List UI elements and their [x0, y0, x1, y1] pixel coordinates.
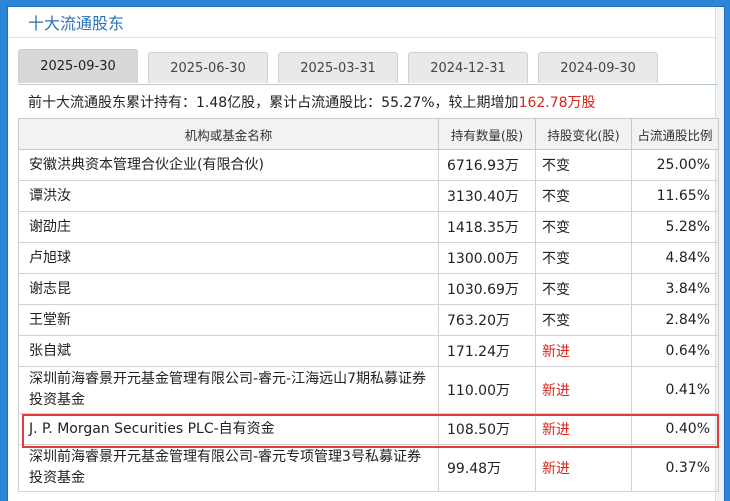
table-header-row: 机构或基金名称 持有数量(股) 持股变化(股) 占流通股比例 — [18, 118, 719, 150]
holder-name: 谭洪汝 — [18, 180, 439, 212]
holder-change: 新进 — [535, 413, 632, 445]
table-row: 卢旭球 1300.00万 不变 4.84% — [18, 242, 719, 274]
holder-qty: 99.48万 — [438, 444, 536, 492]
holder-change: 新进 — [535, 444, 632, 492]
shareholders-table: 机构或基金名称 持有数量(股) 持股变化(股) 占流通股比例 安徽洪典资本管理合… — [18, 118, 719, 492]
holder-qty: 1300.00万 — [438, 242, 536, 274]
table-row: J. P. Morgan Securities PLC-自有资金 108.50万… — [18, 413, 719, 445]
holder-qty: 763.20万 — [438, 304, 536, 336]
col-header-name: 机构或基金名称 — [18, 118, 439, 150]
holder-pct: 5.28% — [631, 211, 719, 243]
summary-text: 前十大流通股东累计持有：1.48亿股，累计占流通股比：55.27%，较上期增加 — [28, 94, 519, 111]
holder-name: 深圳前海睿景开元基金管理有限公司-睿元-江海远山7期私募证券投资基金 — [18, 366, 439, 414]
col-header-qty: 持有数量(股) — [438, 118, 536, 150]
holder-name: 卢旭球 — [18, 242, 439, 274]
holder-qty: 6716.93万 — [438, 149, 536, 181]
holder-name: 安徽洪典资本管理合伙企业(有限合伙) — [18, 149, 439, 181]
tab-2025-03-31[interactable]: 2025-03-31 — [278, 52, 398, 83]
table-row: 谢志昆 1030.69万 不变 3.84% — [18, 273, 719, 305]
holder-qty: 1030.69万 — [438, 273, 536, 305]
holder-name: 谢志昆 — [18, 273, 439, 305]
table-row: 深圳前海睿景开元基金管理有限公司-睿元专项管理3号私募证券投资基金 99.48万… — [18, 444, 719, 492]
tab-2025-06-30[interactable]: 2025-06-30 — [148, 52, 268, 83]
col-header-change: 持股变化(股) — [535, 118, 632, 150]
holder-qty: 171.24万 — [438, 335, 536, 367]
table-row: 深圳前海睿景开元基金管理有限公司-睿元-江海远山7期私募证券投资基金 110.0… — [18, 366, 719, 414]
holder-pct: 2.84% — [631, 304, 719, 336]
holder-name: 张自斌 — [18, 335, 439, 367]
tab-2025-09-30[interactable]: 2025-09-30 — [18, 49, 138, 83]
holder-change: 不变 — [535, 211, 632, 243]
holder-pct: 0.41% — [631, 366, 719, 414]
holder-name: 谢劭庄 — [18, 211, 439, 243]
holder-pct: 0.37% — [631, 444, 719, 492]
holder-change: 新进 — [535, 335, 632, 367]
holder-pct: 25.00% — [631, 149, 719, 181]
panel-title: 十大流通股东 — [28, 14, 125, 33]
holder-qty: 1418.35万 — [438, 211, 536, 243]
period-tabs: 2025-09-30 2025-06-30 2025-03-31 2024-12… — [18, 49, 668, 83]
holder-name: 深圳前海睿景开元基金管理有限公司-睿元专项管理3号私募证券投资基金 — [18, 444, 439, 492]
holder-change: 新进 — [535, 366, 632, 414]
holder-pct: 0.64% — [631, 335, 719, 367]
holder-qty: 110.00万 — [438, 366, 536, 414]
col-header-pct: 占流通股比例 — [631, 118, 719, 150]
holder-change: 不变 — [535, 304, 632, 336]
tab-2024-09-30[interactable]: 2024-09-30 — [538, 52, 658, 83]
holder-name: J. P. Morgan Securities PLC-自有资金 — [18, 413, 439, 445]
summary-delta: 162.78万股 — [518, 94, 596, 111]
table-row: 安徽洪典资本管理合伙企业(有限合伙) 6716.93万 不变 25.00% — [18, 149, 719, 181]
holder-pct: 11.65% — [631, 180, 719, 212]
holder-change: 不变 — [535, 273, 632, 305]
tab-2024-12-31[interactable]: 2024-12-31 — [408, 52, 528, 83]
holder-pct: 4.84% — [631, 242, 719, 274]
holder-pct: 3.84% — [631, 273, 719, 305]
panel-header: 十大流通股东 — [8, 7, 724, 38]
holder-change: 不变 — [535, 149, 632, 181]
holder-qty: 3130.40万 — [438, 180, 536, 212]
table-row: 谢劭庄 1418.35万 不变 5.28% — [18, 211, 719, 243]
table-row: 王堂新 763.20万 不变 2.84% — [18, 304, 719, 336]
holder-change: 不变 — [535, 180, 632, 212]
table-row: 谭洪汝 3130.40万 不变 11.65% — [18, 180, 719, 212]
holder-qty: 108.50万 — [438, 413, 536, 445]
table-row: 张自斌 171.24万 新进 0.64% — [18, 335, 719, 367]
holder-change: 不变 — [535, 242, 632, 274]
holder-pct: 0.40% — [631, 413, 719, 445]
holder-name: 王堂新 — [18, 304, 439, 336]
summary-line: 前十大流通股东累计持有：1.48亿股，累计占流通股比：55.27%，较上期增加 1… — [18, 84, 718, 118]
